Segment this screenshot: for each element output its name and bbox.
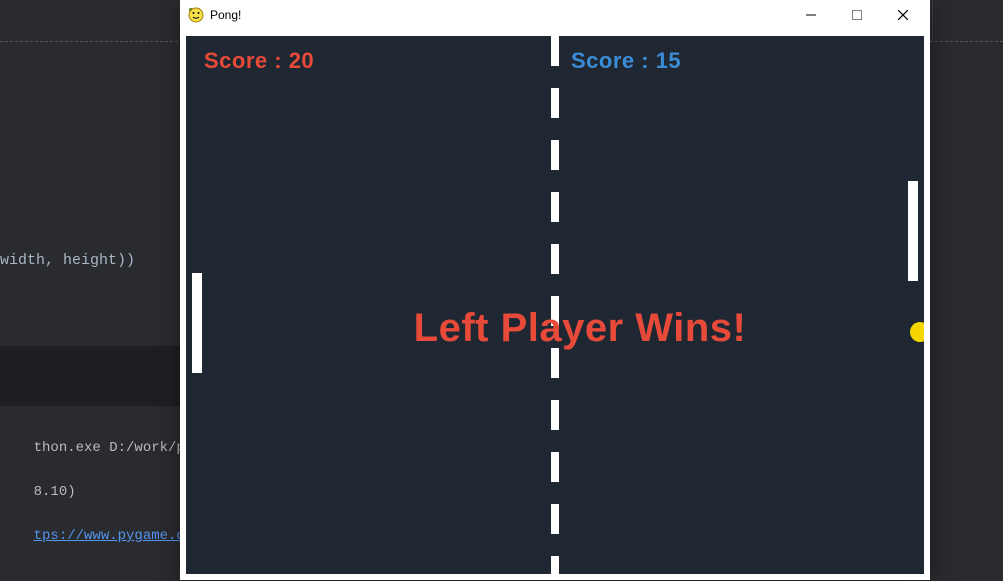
ide-console-output: thon.exe D:/work/p 8.10) tps://www.pygam… — [0, 415, 185, 569]
window-title: Pong! — [210, 8, 241, 22]
minimize-button[interactable] — [788, 0, 834, 30]
ide-vertical-divider — [932, 0, 933, 39]
right-player-score: Score : 15 — [571, 48, 681, 74]
console-line: 8.10) — [34, 484, 76, 500]
console-link[interactable]: tps://www.pygame.o — [34, 528, 185, 544]
pong-window: Pong! Score : 20 Score : 15 Left Player … — [180, 0, 930, 580]
center-divider — [551, 36, 559, 574]
maximize-button[interactable] — [834, 0, 880, 30]
console-line: thon.exe D:/work/p — [34, 440, 185, 456]
game-canvas[interactable]: Score : 20 Score : 15 Left Player Wins! — [186, 36, 924, 574]
winner-message: Left Player Wins! — [186, 306, 924, 351]
window-titlebar[interactable]: Pong! — [180, 0, 930, 30]
pygame-icon — [188, 7, 204, 23]
right-paddle — [908, 181, 918, 281]
close-button[interactable] — [880, 0, 926, 30]
left-player-score: Score : 20 — [204, 48, 314, 74]
ide-code-fragment: width, height)) — [0, 252, 135, 269]
